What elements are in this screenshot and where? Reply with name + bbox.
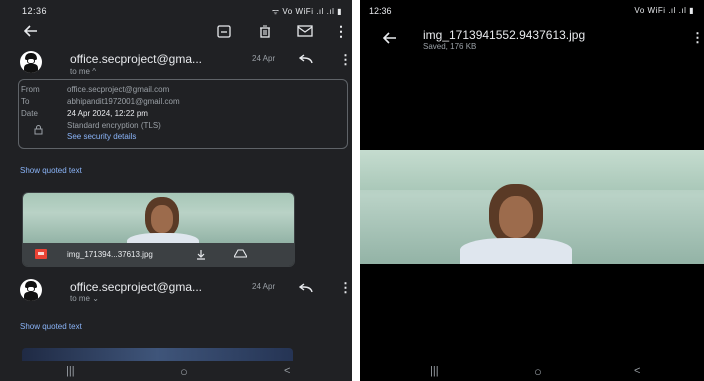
recipient-line[interactable]: to me ^ (70, 67, 96, 76)
image-ceiling (360, 150, 704, 190)
message-details-box: From office.secproject@gmail.com To abhi… (18, 79, 348, 149)
status-bar-2: 12:36 Vo WiFi .ıl .ıl ▮ (360, 0, 704, 20)
more-vert-icon[interactable]: ⋮ (334, 23, 348, 39)
archive-icon[interactable] (216, 24, 232, 38)
trash-icon[interactable] (258, 24, 272, 38)
recipient-line-2[interactable]: to me ⌄ (70, 294, 99, 303)
back-arrow-icon[interactable] (22, 22, 40, 40)
message-more-icon[interactable]: ⋮ (339, 52, 352, 68)
message-date: 24 Apr (252, 54, 276, 63)
reply-icon[interactable] (298, 53, 314, 65)
image-viewer-screen: 12:36 Vo WiFi .ıl .ıl ▮ img_1713941552.9… (360, 0, 704, 381)
show-quoted-text-link[interactable]: Show quoted text (20, 166, 82, 175)
to-label: To (21, 97, 30, 106)
attachment-thumbnail[interactable] (23, 193, 294, 243)
sender-avatar[interactable] (20, 51, 42, 73)
image-file-icon (35, 249, 47, 259)
from-value: office.secproject@gmail.com (67, 85, 170, 94)
back-arrow-icon-2[interactable] (382, 31, 398, 45)
mail-icon[interactable] (296, 24, 314, 38)
lock-icon (33, 125, 43, 135)
full-image[interactable] (360, 150, 704, 264)
nav-bar: ||| ○ < (0, 361, 352, 381)
to-value: abhipandit1972001@gmail.com (67, 97, 180, 106)
gmail-screen: 12:36 ᯤ Vo WiFi .ıl .ıl ▮ ⋮ office.secpr… (0, 0, 352, 381)
status-time: 12:36 (22, 6, 48, 16)
person-face (151, 205, 173, 233)
encryption-text: Standard encryption (TLS) (67, 121, 161, 130)
security-details-link[interactable]: See security details (67, 132, 136, 141)
status-signal: ᯤ Vo WiFi .ıl .ıl ▮ (271, 7, 342, 16)
nav-bar-2: ||| ○ < (360, 361, 704, 381)
status-time-2: 12:36 (369, 6, 392, 16)
show-quoted-text-link-2[interactable]: Show quoted text (20, 322, 82, 331)
from-label: From (21, 85, 40, 94)
sender-name[interactable]: office.secproject@gma... (70, 52, 202, 66)
status-bar: 12:36 ᯤ Vo WiFi .ıl .ıl ▮ (0, 0, 352, 20)
status-signal-2: Vo WiFi .ıl .ıl ▮ (634, 6, 694, 15)
recents-button-2[interactable]: ||| (430, 365, 439, 377)
attachment-card[interactable]: img_171394...37613.jpg (22, 192, 295, 267)
home-button[interactable]: ○ (180, 364, 188, 379)
date-value: 24 Apr 2024, 12:22 pm (67, 109, 148, 118)
image-filename: img_1713941552.9437613.jpg (423, 28, 586, 42)
sender-avatar-2[interactable] (20, 279, 42, 301)
date-label: Date (21, 109, 38, 118)
message-date-2: 24 Apr (252, 282, 276, 291)
reply-icon-2[interactable] (298, 282, 314, 294)
message-more-icon-2[interactable]: ⋮ (339, 280, 352, 296)
viewer-more-icon[interactable]: ⋮ (691, 30, 704, 46)
drive-icon[interactable] (233, 248, 247, 260)
attachment-bar: img_171394...37613.jpg (23, 243, 294, 266)
sender-name-2[interactable]: office.secproject@gma... (70, 280, 202, 294)
home-button-2[interactable]: ○ (534, 364, 542, 379)
back-button[interactable]: < (284, 365, 290, 377)
person-face-2 (499, 196, 533, 238)
person-shirt (127, 233, 199, 243)
download-icon[interactable] (195, 248, 207, 260)
back-button-2[interactable]: < (634, 365, 640, 377)
image-subtitle: Saved, 176 KB (423, 42, 477, 51)
attachment-name[interactable]: img_171394...37613.jpg (67, 250, 153, 259)
recents-button[interactable]: ||| (66, 365, 75, 377)
person-shirt-2 (460, 238, 572, 264)
